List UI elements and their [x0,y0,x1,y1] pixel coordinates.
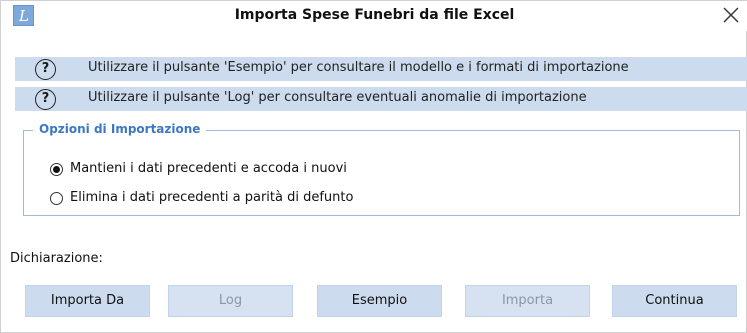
import-options-group: Opzioni di Importazione Mantieni i dati … [23,122,740,216]
import-options-legend: Opzioni di Importazione [33,122,207,136]
question-circle-icon: ? [35,59,56,80]
declaration-label: Dichiarazione: [10,251,103,266]
radio-button-selected[interactable] [50,163,63,176]
question-circle-icon: ? [35,89,56,110]
import-button[interactable]: Importa [465,285,590,317]
info-banner-log: ? Utilizzare il pulsante 'Log' per consu… [15,87,747,111]
option-delete-per-deceased-label: Elimina i dati precedenti a parità di de… [70,190,354,205]
log-button[interactable]: Log [168,285,293,317]
example-button[interactable]: Esempio [317,285,442,317]
info-text-example: Utilizzare il pulsante 'Esempio' per con… [88,60,629,75]
radio-dot-icon [53,166,60,173]
radio-button-unselected[interactable] [50,192,63,205]
window-title: Importa Spese Funebri da file Excel [234,7,515,23]
info-text-log: Utilizzare il pulsante 'Log' per consult… [88,90,587,105]
import-dialog: L Importa Spese Funebri da file Excel ? … [0,0,747,333]
option-keep-and-append-label: Mantieni i dati precedenti e accoda i nu… [70,161,347,176]
close-icon [723,7,739,23]
close-button[interactable] [720,3,742,27]
title-bar: L Importa Spese Funebri da file Excel [1,1,747,31]
import-from-button[interactable]: Importa Da [25,285,150,317]
continue-button[interactable]: Continua [612,285,737,317]
info-banner-example: ? Utilizzare il pulsante 'Esempio' per c… [15,57,747,81]
